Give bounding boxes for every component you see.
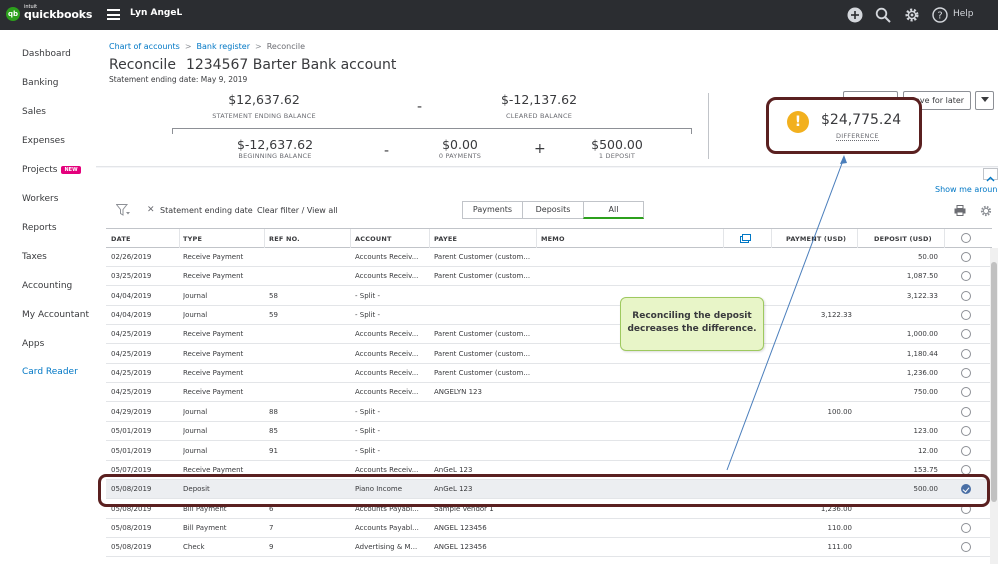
annotation-callout: Reconciling the deposit decreases the di… xyxy=(620,297,764,351)
callout-line-2: decreases the difference. xyxy=(627,324,757,334)
annotation-arrow xyxy=(726,155,847,471)
callout-line-1: Reconciling the deposit xyxy=(632,311,752,321)
